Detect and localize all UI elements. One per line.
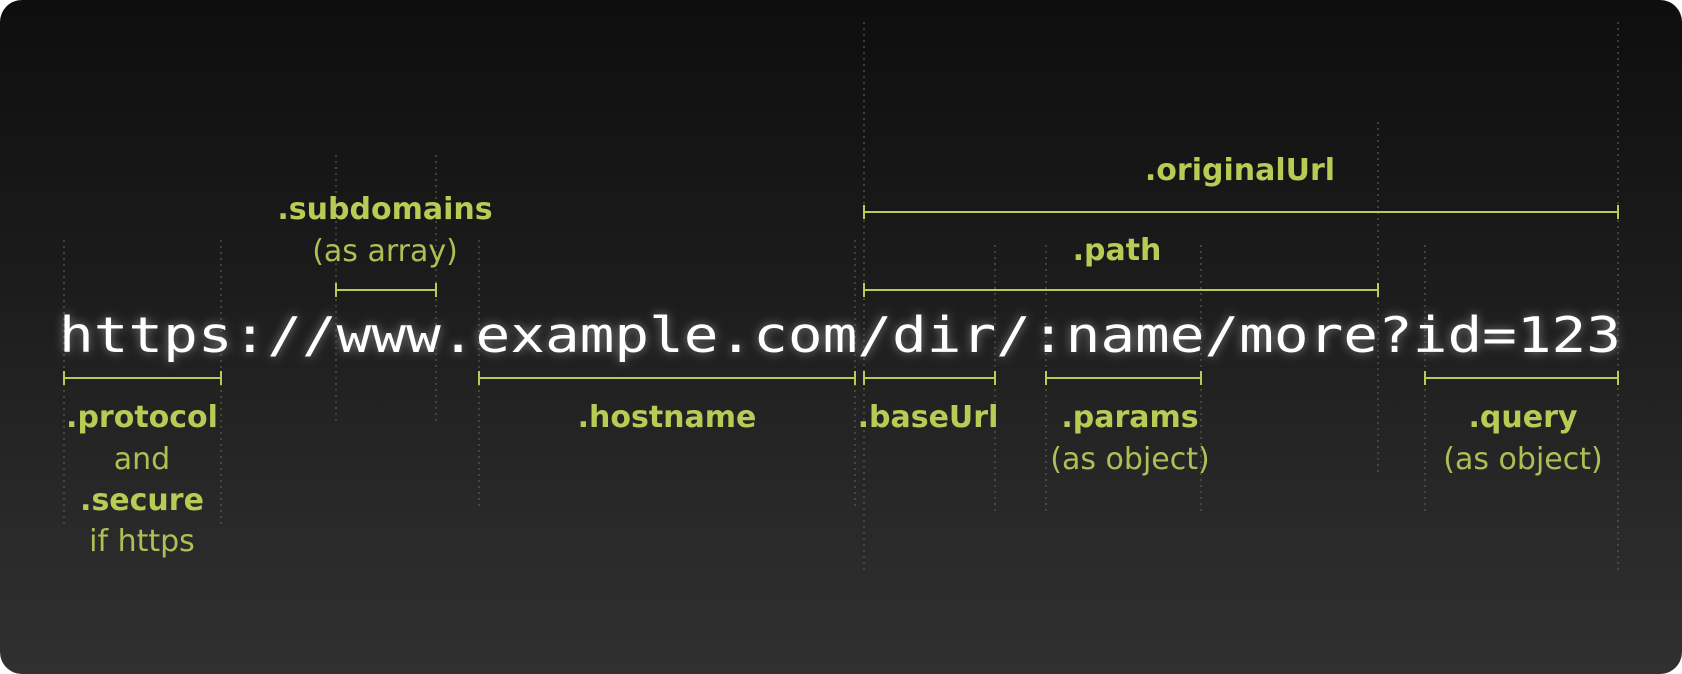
label-protocol-and: and bbox=[114, 442, 170, 477]
label-subdomains: .subdomains bbox=[277, 192, 492, 227]
params-bracket bbox=[1045, 371, 1202, 385]
url-text: https://www. example.com/dir /:name/more? i… bbox=[59, 307, 1621, 364]
path-bracket bbox=[863, 283, 1379, 297]
label-secure: .secure bbox=[80, 483, 204, 518]
label-hostname: .hostname bbox=[578, 400, 757, 435]
label-params-note: (as object) bbox=[1050, 442, 1209, 477]
url-param: :name bbox=[1031, 307, 1205, 364]
label-query-note: (as object) bbox=[1443, 442, 1602, 477]
url-subdomain: www bbox=[337, 307, 442, 364]
label-path: .path bbox=[1073, 233, 1162, 268]
url-question-mark: ? bbox=[1378, 307, 1413, 364]
protocol-bracket bbox=[63, 371, 222, 385]
url-more: /more bbox=[1204, 307, 1378, 364]
baseurl-bracket bbox=[863, 371, 996, 385]
label-subdomains-note: (as array) bbox=[312, 234, 458, 269]
url-domain: example.com bbox=[476, 307, 858, 364]
label-base-url: .baseUrl bbox=[858, 400, 999, 435]
label-protocol: .protocol bbox=[66, 400, 218, 435]
url-base: /dir bbox=[857, 307, 996, 364]
original-url-bracket bbox=[863, 205, 1619, 219]
subdomains-bracket bbox=[335, 283, 437, 297]
url-protocol: https: bbox=[59, 307, 267, 364]
url-anatomy-diagram: https://www. example.com/dir /:name/more? i… bbox=[0, 0, 1682, 674]
label-params: .params bbox=[1061, 400, 1198, 435]
hostname-bracket bbox=[478, 371, 856, 385]
label-original-url: .originalUrl bbox=[1145, 153, 1335, 188]
label-secure-note: if https bbox=[89, 524, 195, 559]
url-slashes: // bbox=[267, 307, 336, 364]
url-slash: / bbox=[996, 307, 1031, 364]
label-query: .query bbox=[1469, 400, 1578, 435]
diagram-canvas: https://www. example.com/dir /:name/more? i… bbox=[59, 22, 1621, 570]
query-bracket bbox=[1424, 371, 1619, 385]
url-query: id=123 bbox=[1413, 307, 1621, 364]
guide-lines bbox=[63, 22, 1619, 570]
url-dot: . bbox=[441, 307, 476, 364]
